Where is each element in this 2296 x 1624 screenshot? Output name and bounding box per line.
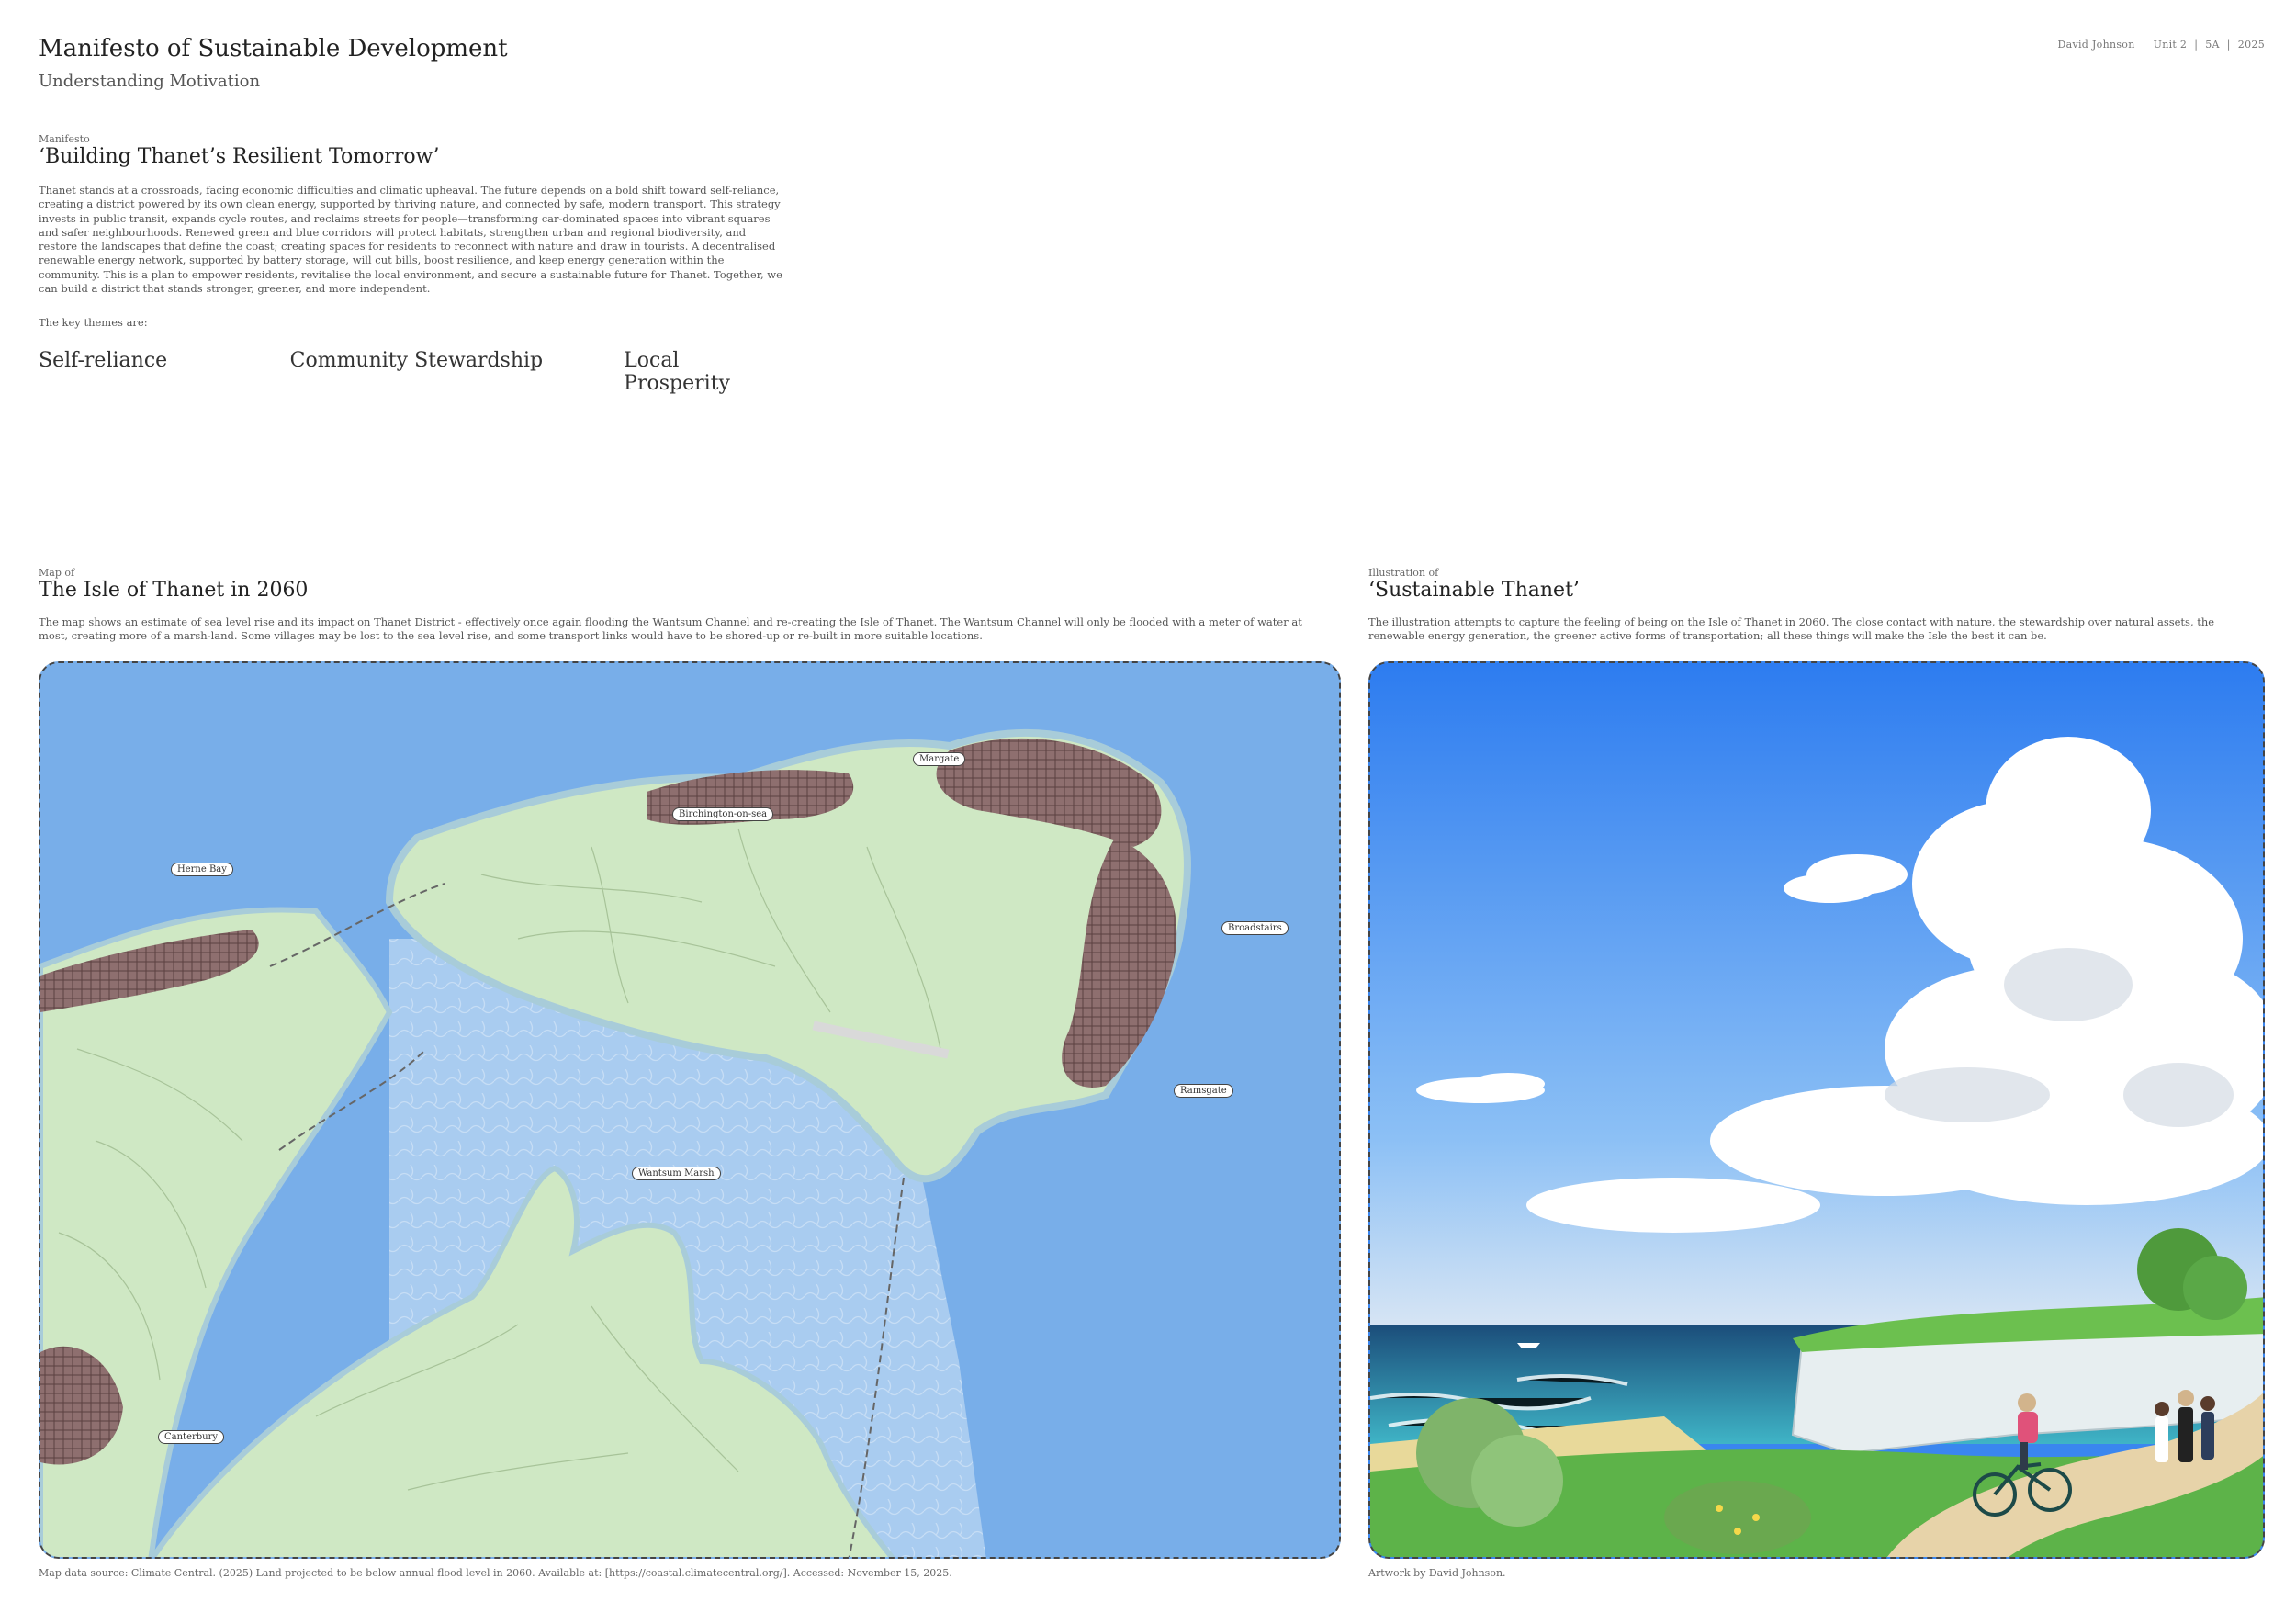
meta-author: David Johnson: [2057, 39, 2135, 51]
map-title: The Isle of Thanet in 2060: [39, 579, 309, 602]
meta-unit: Unit 2: [2153, 39, 2188, 51]
illustration-description: The illustration attempts to capture the…: [1368, 615, 2215, 643]
label-margate: Margate: [913, 752, 966, 766]
page-meta: David Johnson | Unit 2 | 5A | 2025: [2057, 39, 2265, 51]
theme-community-stewardship: Community Stewardship: [289, 349, 544, 372]
label-canterbury: Canterbury: [158, 1430, 225, 1444]
manifesto-title: ‘Building Thanet’s Resilient Tomorrow’: [39, 145, 440, 168]
manifesto-body: Thanet stands at a crossroads, facing ec…: [39, 184, 782, 296]
map-description: The map shows an estimate of sea level r…: [39, 615, 1302, 643]
manifesto-eyebrow: Manifesto: [39, 133, 90, 145]
label-herne-bay: Herne Bay: [171, 863, 233, 876]
label-wantsum-marsh: Wantsum Marsh: [632, 1167, 721, 1180]
theme-self-reliance: Self-reliance: [39, 349, 168, 372]
theme-local-prosperity: Local Prosperity: [624, 349, 730, 395]
meta-year: 2025: [2237, 39, 2265, 51]
page-title: Manifesto of Sustainable Development: [39, 35, 508, 62]
page-subtitle: Understanding Motivation: [39, 72, 261, 91]
map-caption: Map data source: Climate Central. (2025)…: [39, 1567, 952, 1579]
map-graphic: [40, 663, 1339, 1557]
flower-bush: [1664, 1481, 1811, 1554]
thanet-map: Margate Birchington-on-sea Herne Bay Bro…: [39, 661, 1341, 1559]
themes-intro: The key themes are:: [39, 316, 148, 329]
map-eyebrow: Map of: [39, 567, 75, 579]
illustration-title: ‘Sustainable Thanet’: [1368, 579, 1580, 602]
meta-group: 5A: [2205, 39, 2220, 51]
label-broadstairs: Broadstairs: [1221, 921, 1289, 935]
illustration-caption: Artwork by David Johnson.: [1368, 1567, 1506, 1579]
sustainable-thanet-illustration: [1368, 661, 2265, 1559]
illustration-eyebrow: Illustration of: [1368, 567, 1439, 579]
label-ramsgate: Ramsgate: [1174, 1084, 1233, 1098]
label-birchington: Birchington-on-sea: [672, 807, 774, 821]
illustration-graphic: [1370, 663, 2263, 1557]
themes-list: Self-reliance Community Stewardship Loca…: [39, 349, 792, 395]
